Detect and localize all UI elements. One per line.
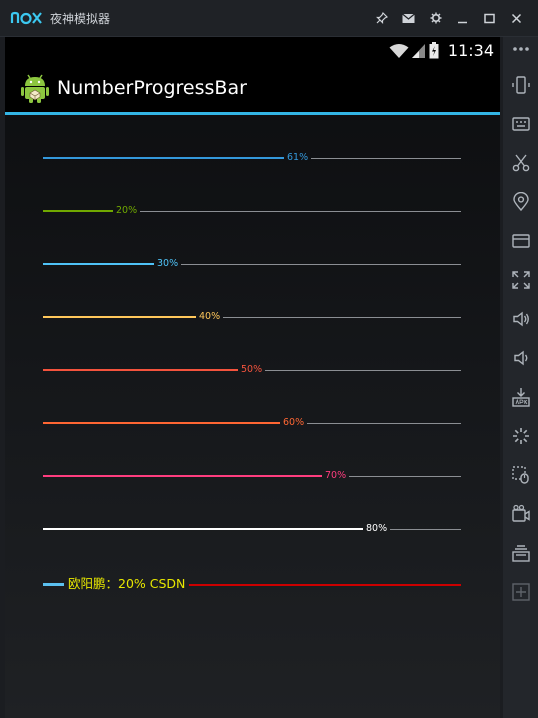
progress-unreached [390,528,461,530]
multi-instance-icon[interactable] [509,541,533,565]
progress-unreached [307,422,461,424]
progress-unreached [181,263,461,265]
volume-down-icon[interactable] [509,346,533,370]
emulator-title-bar: 夜神模拟器 [0,0,538,37]
progress-reached [43,210,113,212]
fullscreen-icon[interactable] [509,268,533,292]
action-bar: NumberProgressBar [5,64,500,115]
progress-text: 30% [157,258,179,269]
maximize-icon[interactable] [476,0,503,36]
minimize-icon[interactable] [449,0,476,36]
progress-text: 80% [366,523,388,534]
status-clock: 11:34 [447,41,494,60]
app-title: NumberProgressBar [57,77,247,99]
number-progress-bar[interactable]: 40% [43,310,461,324]
progress-reached [43,263,154,265]
android-icon [21,74,49,103]
nox-logo [10,8,44,28]
progress-text: 50% [241,364,263,375]
screen-icon[interactable] [509,229,533,253]
number-progress-bar[interactable]: 30% [43,257,461,271]
number-progress-bar[interactable]: 61% [43,151,461,165]
wifi-icon [389,43,409,58]
custom-progress-bar[interactable]: 欧阳鹏：20% CSDN [43,575,461,593]
number-progress-bar[interactable]: 70% [43,469,461,483]
progress-reached [43,316,196,318]
progress-unreached [311,157,461,159]
progress-unreached [140,210,461,212]
number-progress-bar[interactable]: 80% [43,522,461,536]
progress-text: 70% [325,470,347,481]
video-record-icon[interactable] [509,502,533,526]
progress-unreached [223,316,461,318]
android-screen: 11:34 NumberProgressBar 61% 20% 30% 40% … [5,37,500,718]
volume-up-icon[interactable] [509,307,533,331]
number-progress-bar[interactable]: 50% [43,363,461,377]
more-icon[interactable] [509,37,533,61]
loading-icon[interactable] [509,424,533,448]
progress-reached [43,422,280,424]
phone-rotate-icon[interactable] [509,73,533,97]
progress-text: 40% [199,311,221,322]
progress-reached [43,369,238,371]
progress-reached [43,157,284,159]
add-icon[interactable] [509,580,533,604]
status-bar: 11:34 [5,37,500,64]
progress-text: 61% [287,152,309,163]
window-title: 夜神模拟器 [50,11,111,26]
progress-unreached [189,584,461,586]
signal-icon [411,43,425,58]
progress-text: 欧阳鹏：20% CSDN [68,576,186,591]
progress-unreached [349,475,461,477]
battery-icon [429,42,439,59]
keyboard-icon[interactable] [509,112,533,136]
number-progress-bar[interactable]: 20% [43,204,461,218]
number-progress-bar[interactable]: 60% [43,416,461,430]
location-icon[interactable] [509,190,533,214]
progress-reached [43,528,363,530]
pin-icon[interactable] [368,0,395,36]
progress-text: 20% [116,205,138,216]
progress-unreached [265,369,461,371]
progress-reached [43,583,64,586]
scissors-icon[interactable] [509,151,533,175]
envelope-icon[interactable] [395,0,422,36]
apk-install-icon[interactable] [509,385,533,409]
progress-reached [43,475,322,477]
progress-text: 60% [283,417,305,428]
macro-icon[interactable] [509,463,533,487]
emulator-toolbar [503,37,538,718]
gear-icon[interactable] [422,0,449,36]
close-icon[interactable] [503,0,530,36]
